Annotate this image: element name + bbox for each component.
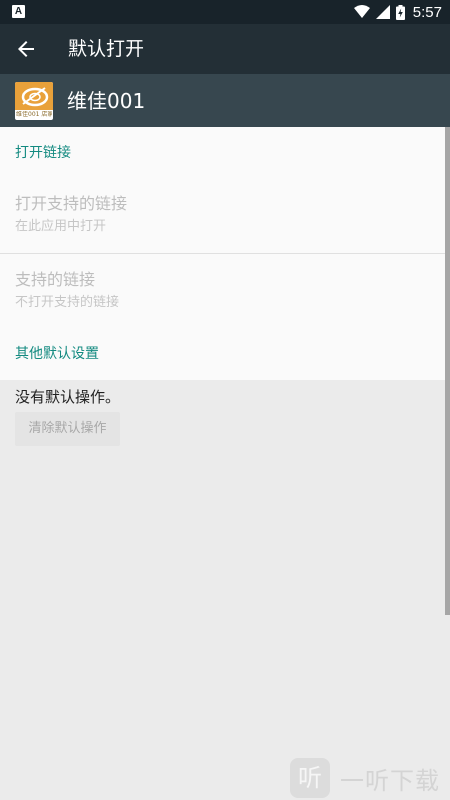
clock: 5:57 [412, 3, 442, 21]
no-default-actions-text: 没有默认操作。 [15, 388, 121, 406]
app-icon: 维佳001 店家 [15, 82, 53, 120]
arrow-left-icon [18, 41, 34, 57]
app-logo-graphic [15, 82, 53, 110]
page-title: 默认打开 [68, 38, 145, 60]
status-bar: A 5:57 [0, 0, 450, 24]
toolbar: 默认打开 [0, 24, 450, 74]
clear-defaults-button[interactable]: 清除默认操作 [15, 412, 120, 446]
section-header-open-links: 打开链接 [15, 145, 71, 161]
watermark: 听 一听下载 [290, 756, 440, 800]
pref-title: 支持的链接 [15, 270, 96, 289]
divider [0, 253, 445, 254]
status-icons: 5:57 [353, 0, 442, 24]
app-icon-label: 维佳001 店家 [16, 111, 52, 118]
watermark-text: 一听下载 [340, 766, 440, 795]
battery-charging-icon [395, 4, 405, 20]
pref-title: 打开支持的链接 [15, 194, 128, 213]
pref-summary: 不打开支持的链接 [15, 295, 120, 310]
back-button[interactable] [14, 37, 38, 61]
pref-summary: 在此应用中打开 [15, 219, 107, 234]
wifi-icon [353, 5, 370, 18]
settings-panel: 打开链接 打开支持的链接 在此应用中打开 支持的链接 不打开支持的链接 其他默认… [0, 127, 450, 380]
notification-icon: A [12, 5, 25, 18]
app-name: 维佳001 [67, 89, 146, 113]
scrollbar[interactable] [445, 127, 450, 615]
watermark-logo: 听 [290, 758, 330, 798]
section-header-other-defaults: 其他默认设置 [15, 346, 99, 362]
signal-icon [375, 5, 390, 19]
